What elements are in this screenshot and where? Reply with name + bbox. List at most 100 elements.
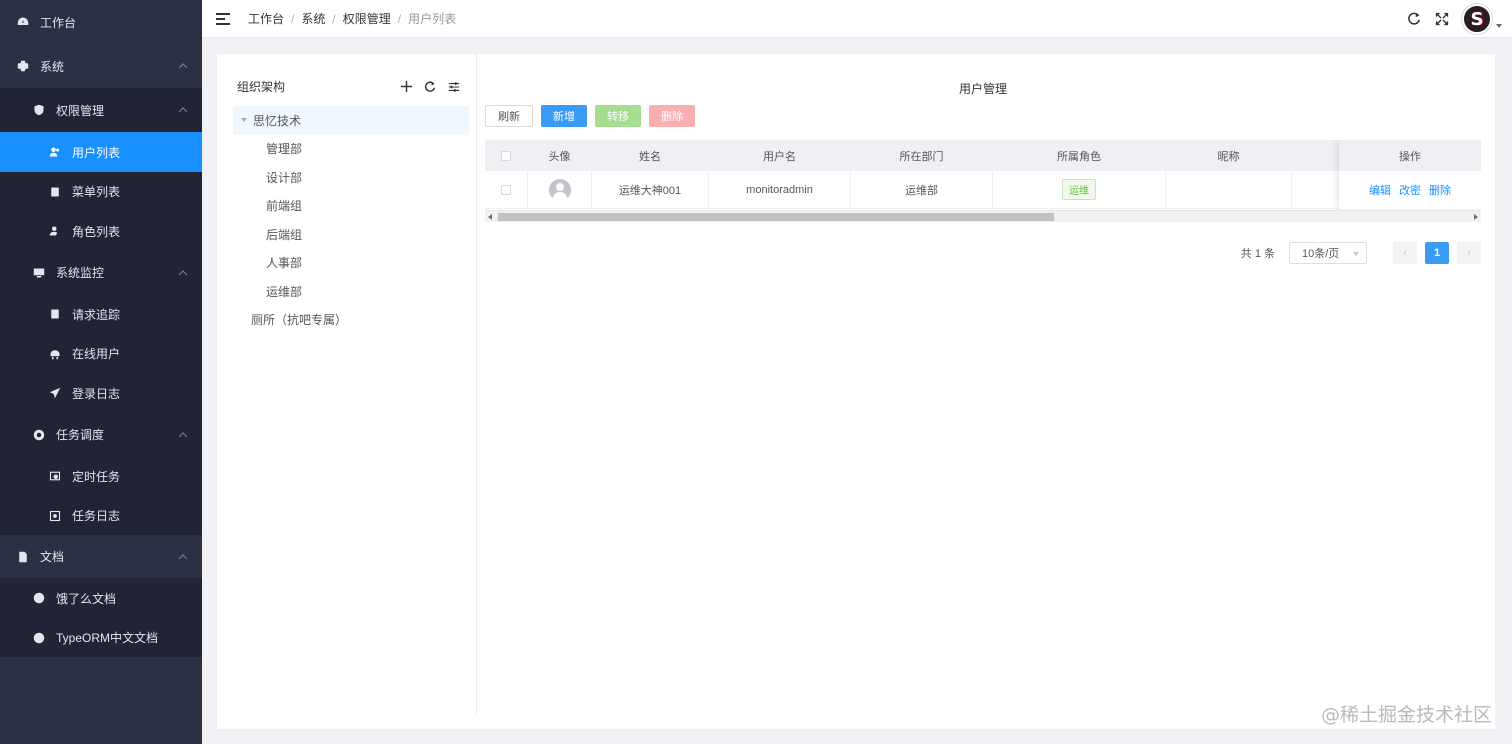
sidebar-item-permission[interactable]: 权限管理: [0, 88, 202, 132]
tree-node[interactable]: 运维部: [233, 277, 469, 306]
prev-page-button[interactable]: ‹: [1393, 242, 1417, 264]
sidebar-item-eleme-docs[interactable]: 饿了么文档: [0, 578, 202, 618]
dashboard-icon: [16, 15, 30, 29]
horizontal-scrollbar[interactable]: [485, 210, 1481, 222]
table-row[interactable]: 运维大神001 monitoradmin 运维部 运维: [485, 171, 1481, 209]
sidebar-item-label: 系统监控: [56, 266, 105, 280]
tree-node[interactable]: 人事部: [233, 249, 469, 278]
scrollbar-thumb[interactable]: [498, 213, 1054, 221]
user-role-icon: [48, 224, 62, 238]
tree-node[interactable]: 设计部: [233, 163, 469, 192]
sidebar-item-label: 权限管理: [56, 103, 105, 118]
sidebar-item-label: 登录日志: [72, 386, 121, 401]
top-bar: 工作台 / 系统 / 权限管理 / 用户列表 S: [202, 0, 1512, 38]
toolbar: 刷新 新增 转移 删除: [485, 105, 703, 127]
send-icon: [48, 386, 62, 400]
system-submenu: 权限管理 用户列表 菜单列表 角色列表 系统监控 请求追踪 在线用户 登录日志 …: [0, 88, 202, 535]
user-table: 头像 姓名 用户名 所在部门 所属角色 昵称 运维大神001 monitorad…: [485, 140, 1481, 224]
sidebar-item-system[interactable]: 系统: [0, 44, 202, 88]
file-icon: [16, 550, 30, 564]
sidebar-item-menu-list[interactable]: 菜单列表: [0, 172, 202, 211]
sidebar-item-task-log[interactable]: 任务日志: [0, 496, 202, 535]
add-button[interactable]: 新增: [541, 105, 587, 127]
globe-icon: [32, 591, 46, 605]
menu-fold-icon[interactable]: [216, 12, 230, 25]
fullscreen-icon[interactable]: [1434, 11, 1450, 27]
monitor-icon: [32, 266, 46, 280]
change-password-link[interactable]: 改密: [1399, 182, 1421, 198]
avatar[interactable]: S: [1462, 4, 1492, 34]
delete-button[interactable]: 删除: [649, 105, 695, 127]
chevron-up-icon: [178, 107, 188, 116]
caret-down-icon[interactable]: [1496, 24, 1502, 28]
org-tree-panel: 组织架构 思忆技术 管理部 设计部 前端组 后端组 人事部 运维部 厕所（抗吧专…: [217, 54, 477, 714]
sidebar-item-monitor[interactable]: 系统监控: [0, 251, 202, 294]
next-page-button[interactable]: ›: [1457, 242, 1481, 264]
sidebar-item-label: 饿了么文档: [56, 591, 117, 606]
sidebar-item-docs[interactable]: 文档: [0, 535, 202, 578]
nickname-cell: [1166, 171, 1292, 208]
org-tree: 思忆技术 管理部 设计部 前端组 后端组 人事部 运维部 厕所（抗吧专属）: [233, 106, 469, 334]
sidebar-item-label: 角色列表: [72, 224, 121, 239]
name-cell: 运维大神001: [592, 171, 709, 208]
refresh-icon[interactable]: [1406, 11, 1422, 27]
breadcrumb: 工作台 / 系统 / 权限管理 / 用户列表: [248, 10, 457, 27]
avatar-cell: [528, 171, 592, 208]
online-icon: [48, 347, 62, 361]
breadcrumb-item[interactable]: 权限管理: [343, 10, 391, 27]
role-cell: 运维: [993, 171, 1166, 208]
column-header: 昵称: [1166, 140, 1292, 171]
role-tag: 运维: [1062, 179, 1096, 200]
breadcrumb-item[interactable]: 系统: [301, 10, 325, 27]
sidebar: 工作台 系统 权限管理 用户列表 菜单列表 角色列表 系统监控 请求追踪 在线用…: [0, 0, 202, 744]
tree-node[interactable]: 后端组: [233, 220, 469, 249]
chevron-up-icon: [178, 269, 188, 279]
docs-submenu: 饿了么文档 TypeORM中文文档: [0, 578, 202, 657]
tree-node[interactable]: 管理部: [233, 135, 469, 164]
watermark: @稀土掘金技术社区: [1320, 704, 1492, 726]
refresh-icon[interactable]: [423, 80, 437, 94]
sidebar-item-role-list[interactable]: 角色列表: [0, 211, 202, 251]
shield-icon: [32, 103, 46, 117]
sidebar-item-label: TypeORM中文文档: [56, 631, 159, 645]
department-cell: 运维部: [851, 171, 993, 208]
breadcrumb-item-current: 用户列表: [408, 12, 457, 26]
sidebar-item-task-schedule[interactable]: 任务调度: [0, 413, 202, 456]
content-card: 组织架构 思忆技术 管理部 设计部 前端组 后端组 人事部 运维部 厕所（抗吧专…: [217, 54, 1495, 729]
row-checkbox[interactable]: [501, 184, 511, 195]
sidebar-item-dashboard[interactable]: 工作台: [0, 0, 202, 44]
sidebar-item-login-log[interactable]: 登录日志: [0, 373, 202, 413]
refresh-button[interactable]: 刷新: [485, 105, 533, 127]
delete-link[interactable]: 删除: [1429, 182, 1451, 198]
gear-icon: [16, 59, 30, 73]
chevron-up-icon: [178, 63, 188, 72]
list-icon: [48, 185, 62, 199]
scroll-left-icon[interactable]: [488, 214, 492, 220]
scroll-right-icon[interactable]: [1474, 214, 1478, 220]
actions-fixed-column: 操作 编辑 改密 删除: [1339, 140, 1481, 209]
edit-link[interactable]: 编辑: [1369, 182, 1391, 198]
tree-header: 组织架构: [237, 78, 461, 95]
tree-node[interactable]: 前端组: [233, 192, 469, 221]
sidebar-item-label: 工作台: [40, 15, 77, 30]
sidebar-item-request-trace[interactable]: 请求追踪: [0, 294, 202, 334]
page-number-button[interactable]: 1: [1425, 242, 1449, 264]
settings-sliders-icon[interactable]: [447, 80, 461, 94]
top-right-tools: S: [1406, 4, 1502, 34]
plus-icon[interactable]: [399, 80, 413, 94]
move-button[interactable]: 转移: [595, 105, 641, 127]
sidebar-item-online-users[interactable]: 在线用户: [0, 334, 202, 373]
sidebar-item-timed-task[interactable]: 定时任务: [0, 456, 202, 496]
sidebar-item-label: 菜单列表: [72, 185, 121, 199]
chevron-up-icon: [178, 553, 188, 563]
caret-down-icon[interactable]: [241, 118, 247, 123]
select-all-checkbox[interactable]: [501, 150, 511, 161]
tree-node[interactable]: 厕所（抗吧专属）: [233, 306, 469, 335]
page-size-select[interactable]: 10条/页: [1289, 242, 1367, 264]
sidebar-item-user-list[interactable]: 用户列表: [0, 132, 202, 172]
tree-node-root[interactable]: 思忆技术: [233, 106, 469, 135]
sidebar-item-typeorm-docs[interactable]: TypeORM中文文档: [0, 618, 202, 657]
column-header: 用户名: [709, 140, 851, 171]
panel-title: 用户管理: [958, 82, 1007, 96]
breadcrumb-item[interactable]: 工作台: [248, 10, 284, 27]
